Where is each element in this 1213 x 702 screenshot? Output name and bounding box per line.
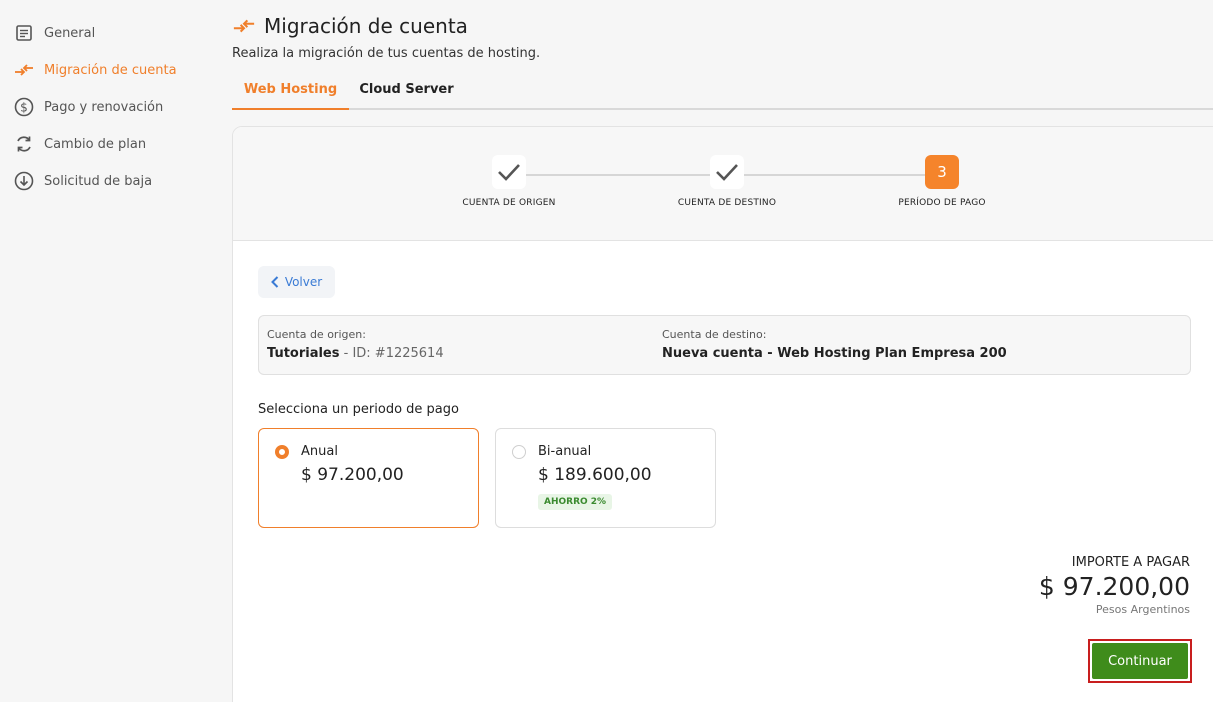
dollar-icon: $ xyxy=(14,97,34,117)
sidebar-item-label: Solicitud de baja xyxy=(44,173,153,189)
stepper: CUENTA DE ORIGEN CUENTA DE DESTINO 3 PER… xyxy=(233,127,1213,241)
check-icon xyxy=(716,164,738,181)
savings-badge: AHORRO 2% xyxy=(538,494,613,510)
origin-name: Tutoriales xyxy=(267,346,340,361)
svg-text:$: $ xyxy=(20,101,28,115)
step-label: CUENTA DE DESTINO xyxy=(677,198,777,208)
sidebar-item-cambio-plan[interactable]: Cambio de plan xyxy=(14,131,146,157)
migration-icon xyxy=(232,14,256,38)
option-name: Bi-anual xyxy=(538,444,592,459)
sidebar-item-pago[interactable]: $ Pago y renovación xyxy=(14,94,163,120)
sidebar-item-label: Migración de cuenta xyxy=(44,62,177,78)
destination-account: Cuenta de destino: Nueva cuenta - Web Ho… xyxy=(662,328,1007,361)
continue-highlight: Continuar xyxy=(1088,639,1192,683)
total-label: IMPORTE A PAGAR xyxy=(1071,555,1190,570)
sidebar-item-label: Pago y renovación xyxy=(44,99,164,115)
step-connector xyxy=(509,174,727,176)
page-header: Migración de cuenta xyxy=(232,14,468,38)
tab-cloud-server[interactable]: Cloud Server xyxy=(349,82,464,110)
destination-value: Nueva cuenta - Web Hosting Plan Empresa … xyxy=(662,346,1007,361)
option-price: $ 97.200,00 xyxy=(301,465,404,485)
total-currency: Pesos Argentinos xyxy=(1095,603,1190,616)
migration-icon xyxy=(14,60,34,80)
back-button-label: Volver xyxy=(284,275,323,289)
page-subtitle: Realiza la migración de tus cuentas de h… xyxy=(232,46,541,61)
radio-selected[interactable] xyxy=(275,445,289,459)
document-icon xyxy=(14,23,34,43)
page-title: Migración de cuenta xyxy=(264,14,468,38)
download-circle-icon xyxy=(14,171,34,191)
total-amount: $ 97.200,00 xyxy=(1038,572,1190,601)
sidebar: General Migración de cuenta $ Pago y ren… xyxy=(0,0,220,702)
period-option-bianual[interactable]: Bi-anual $ 189.600,00 AHORRO 2% xyxy=(495,428,716,528)
destination-label: Cuenta de destino: xyxy=(662,328,767,341)
origin-value: Tutoriales - ID: #1225614 xyxy=(267,346,444,361)
step-2-done xyxy=(710,155,744,189)
origin-id: - ID: #1225614 xyxy=(339,346,444,361)
radio-unselected[interactable] xyxy=(512,445,526,459)
origin-account: Cuenta de origen: Tutoriales - ID: #1225… xyxy=(267,328,444,361)
step-connector xyxy=(727,174,942,176)
tab-bar: Web Hosting Cloud Server xyxy=(232,78,1213,110)
period-option-anual[interactable]: Anual $ 97.200,00 xyxy=(258,428,479,528)
check-icon xyxy=(498,164,520,181)
origin-label: Cuenta de origen: xyxy=(267,328,366,341)
total-summary: IMPORTE A PAGAR $ 97.200,00 Pesos Argent… xyxy=(1039,555,1190,616)
sidebar-item-migracion[interactable]: Migración de cuenta xyxy=(14,57,177,83)
back-button[interactable]: Volver xyxy=(258,266,335,298)
option-price: $ 189.600,00 xyxy=(538,465,652,485)
refresh-icon xyxy=(14,134,34,154)
period-title: Selecciona un periodo de pago xyxy=(258,402,459,417)
step-1-done xyxy=(492,155,526,189)
option-name: Anual xyxy=(301,444,338,459)
account-summary: Cuenta de origen: Tutoriales - ID: #1225… xyxy=(258,315,1191,375)
continue-button[interactable]: Continuar xyxy=(1092,643,1188,679)
migration-card: CUENTA DE ORIGEN CUENTA DE DESTINO 3 PER… xyxy=(232,126,1213,702)
sidebar-item-label: General xyxy=(44,25,96,41)
tab-web-hosting[interactable]: Web Hosting xyxy=(232,82,349,110)
sidebar-item-baja[interactable]: Solicitud de baja xyxy=(14,168,152,194)
step-3-current: 3 xyxy=(925,155,959,189)
sidebar-item-general[interactable]: General xyxy=(14,20,95,46)
step-label: CUENTA DE ORIGEN xyxy=(462,198,556,208)
step-label: PERÍODO DE PAGO xyxy=(898,198,986,208)
chevron-left-icon xyxy=(270,276,279,288)
sidebar-item-label: Cambio de plan xyxy=(44,136,147,152)
